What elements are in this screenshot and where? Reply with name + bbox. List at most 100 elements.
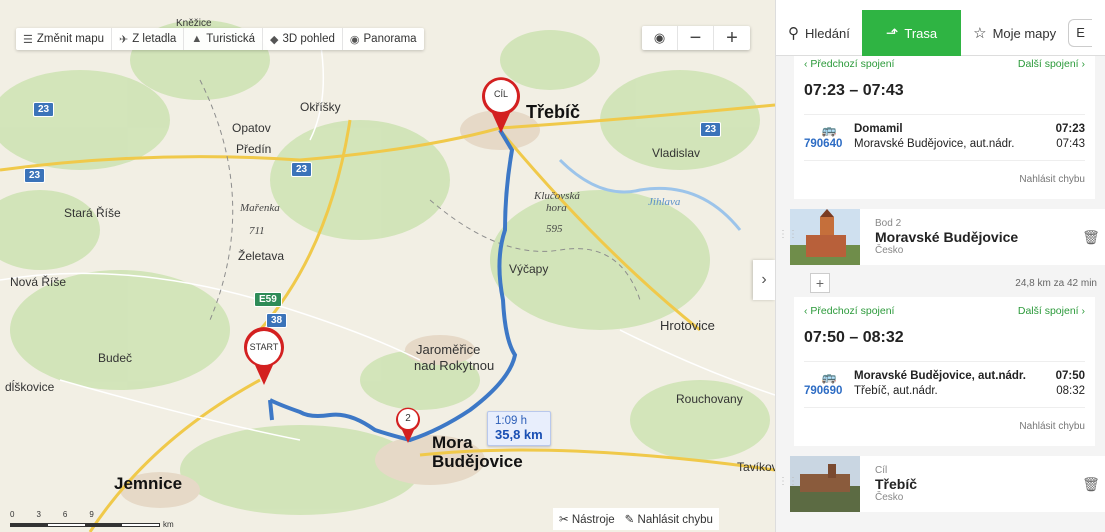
map-label: Okříšky [300, 100, 341, 114]
layers-icon: ☰ [23, 33, 33, 46]
drag-handle-icon[interactable]: ⋮⋮ [778, 476, 798, 487]
target-icon: ◉ [653, 30, 666, 45]
road-shield: E59 [254, 292, 282, 307]
tab-route[interactable]: ⬏ Trasa [861, 10, 962, 56]
report-error-link[interactable]: Nahlásit chybu [804, 407, 1085, 446]
zoom-out-button[interactable]: − [678, 26, 714, 50]
map-base [0, 20, 775, 532]
prev-connection-link[interactable]: ‹ Předchozí spojení [804, 305, 894, 317]
bottom-tools: ✂ Nástroje ✎ Nahlásit chybu [553, 508, 719, 530]
map-label-city: Mora [432, 433, 473, 452]
map-label: Tavíkov [737, 460, 775, 474]
route-summary-bubble[interactable]: 1:09 h 35,8 km [487, 411, 551, 446]
map-type-toolbar: ☰ Změnit mapu ✈ Z letadla ▲ Turistická ◆ 3D … [16, 28, 424, 50]
map-label: Stará Říše [64, 206, 121, 220]
minus-icon: − [689, 26, 702, 49]
plus-icon: + [726, 26, 738, 49]
zoom-in-button[interactable]: + [714, 26, 750, 50]
panel-tabs: ⚲ Hledání ⬏ Trasa ☆ Moje mapy E [776, 0, 1105, 56]
map-label: Předín [236, 142, 272, 156]
pin-marker-icon [396, 407, 420, 443]
change-map-button[interactable]: ☰ Změnit mapu [16, 28, 112, 50]
map-label: nad Rokytnou [414, 358, 495, 373]
map-label: Opatov [232, 121, 271, 135]
map-label-city: Jemnice [114, 474, 183, 493]
map-label: Klučovská [534, 190, 580, 202]
bus-icon: 🚌 [821, 370, 837, 384]
map-label-city: Budějovice [432, 452, 523, 471]
scale-bar: 0 3 6 9 km [10, 510, 174, 529]
map-label: hora [546, 202, 567, 214]
connection-card: ‹ Předchozí spojení Další spojení › 07:5… [794, 297, 1095, 446]
tab-search[interactable]: ⚲ Hledání [776, 10, 862, 56]
map-label: Rouchovany [676, 392, 743, 406]
map-label: dĺškovice [5, 380, 55, 394]
route-distance: 35,8 km [495, 427, 543, 442]
map-label: 595 [546, 223, 563, 235]
eye-icon: ◉ [349, 33, 360, 46]
report-error-link[interactable]: Nahlásit chybu [804, 160, 1085, 199]
route-panel: ⚲ Hledání ⬏ Trasa ☆ Moje mapy E ‹ Předchozí… [775, 0, 1105, 532]
trash-icon[interactable]: 🗑 [1077, 476, 1105, 493]
map-label-city: Třebíč [526, 102, 581, 122]
mountain-icon: ▲ [191, 33, 203, 45]
next-connection-link[interactable]: Další spojení › [1018, 305, 1085, 317]
map-label: Budeč [98, 351, 133, 365]
pin-marker-icon [244, 327, 284, 385]
map-view[interactable]: 23 23 23 23 E59 38 Kněžice Třebíč Okříšk… [0, 0, 775, 532]
segment-distance: 24,8 km za 42 min [1015, 277, 1097, 289]
panorama-button[interactable]: ◉ Panorama [343, 28, 424, 50]
map-label: Mařenka [240, 202, 280, 214]
view-3d-button[interactable]: ◆ 3D pohled [263, 28, 343, 50]
bus-icon: 🚌 [821, 123, 837, 137]
road-shield: 38 [266, 313, 288, 328]
tools-icon: ✂ [559, 514, 569, 526]
plus-icon: + [815, 275, 825, 291]
waypoint-name: Moravské Budějovice [875, 229, 1019, 245]
map-label: Vladislav [652, 146, 701, 160]
report-error-button[interactable]: ✎ Nahlásit chybu [625, 512, 713, 526]
star-icon: ☆ [973, 25, 987, 42]
waypoint-name: Třebíč [875, 476, 918, 492]
road-shield: 23 [24, 168, 46, 183]
road-shield: 23 [700, 122, 722, 137]
prev-connection-link[interactable]: ‹ Předchozí spojení [804, 58, 894, 70]
waypoint-photo [790, 456, 860, 512]
search-icon: ⚲ [788, 25, 799, 42]
map-label: Jaroměřice [416, 342, 481, 357]
aerial-button[interactable]: ✈ Z letadla [112, 28, 185, 50]
road-shield: 23 [33, 102, 55, 117]
pin-marker-icon [482, 77, 520, 133]
map-label: Jihlava [648, 196, 681, 208]
trash-icon[interactable]: 🗑 [1077, 229, 1105, 246]
end-pin[interactable]: CÍL [480, 75, 522, 138]
collapse-panel-button[interactable]: › [753, 260, 775, 300]
tab-more[interactable]: E [1068, 10, 1093, 56]
waypoint-photo [790, 209, 860, 265]
zoom-controls: ◉ − + [642, 26, 750, 50]
connection-line[interactable]: 🚌 790690 Moravské Budějovice, aut.nádr. T… [804, 361, 1085, 397]
tools-button[interactable]: ✂ Nástroje [559, 512, 615, 526]
start-pin[interactable]: START [242, 327, 286, 390]
drag-handle-icon[interactable]: ⋮⋮ [778, 229, 798, 240]
tourist-button[interactable]: ▲ Turistická [184, 28, 263, 50]
cube-icon: ◆ [269, 33, 279, 46]
chevron-right-icon: › [761, 271, 767, 288]
connection-line[interactable]: 🚌 790640 Domamil Moravské Budějovice, aut… [804, 114, 1085, 150]
connection-time-range: 07:50 – 08:32 [804, 329, 904, 346]
connection-time-range: 07:23 – 07:43 [804, 82, 904, 99]
pencil-icon: ✎ [624, 514, 635, 526]
map-label: 711 [249, 225, 265, 237]
map-label: Hrotovice [660, 318, 715, 333]
plane-icon: ✈ [118, 33, 129, 46]
map-label: Želetava [238, 249, 285, 263]
locate-button[interactable]: ◉ [642, 26, 678, 50]
next-connection-link[interactable]: Další spojení › [1018, 58, 1085, 70]
waypoint-pin[interactable]: 2 [394, 405, 422, 448]
connection-card: ‹ Předchozí spojení Další spojení › 07:2… [794, 56, 1095, 199]
add-waypoint-button[interactable]: + [810, 273, 830, 293]
waypoint-item[interactable]: ⋮⋮ Cíl Třebíč Česko 🗑 [778, 456, 1105, 512]
route-icon: ⬏ [885, 25, 899, 42]
waypoint-item[interactable]: ⋮⋮ Bod 2 Moravské Budějovice Česko 🗑 [778, 209, 1105, 265]
tab-my-maps[interactable]: ☆ Moje mapy [961, 10, 1068, 56]
